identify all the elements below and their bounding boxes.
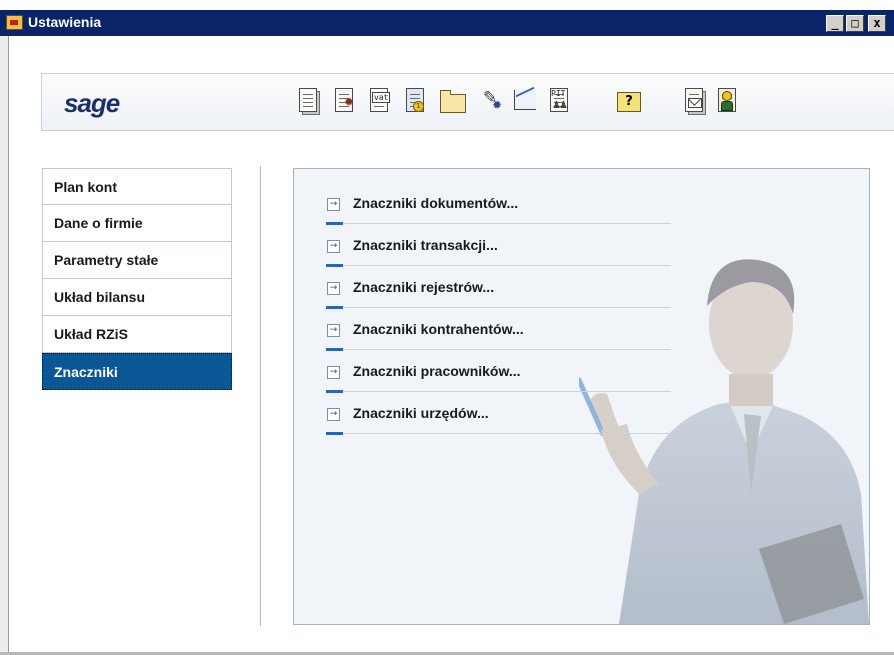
minimize-button[interactable]: _ (826, 15, 844, 32)
nav-item-uklad-rzis[interactable]: Układ RZiS (42, 316, 232, 353)
folder-icon[interactable] (439, 86, 466, 118)
user-icon[interactable] (715, 86, 741, 118)
toolbar: sage ✹ vat 1 ✎ ✹ PIT ♟♟ ? (41, 73, 894, 131)
settings-nav: Plan kont Dane o firmie Parametry stałe … (42, 168, 232, 390)
nav-item-dane-o-firmie[interactable]: Dane o firmie (42, 205, 232, 242)
gear-icon: ✹ (492, 98, 503, 112)
link-underline (326, 264, 671, 267)
nav-item-znaczniki[interactable]: Znaczniki (42, 353, 232, 390)
link-underline (326, 348, 671, 351)
documents-icon[interactable] (296, 86, 322, 118)
link-label[interactable]: Znaczniki pracowników... (353, 363, 521, 379)
title-bar[interactable]: Ustawienia _ □ x (0, 10, 894, 36)
pit-icon[interactable]: PIT ♟♟ (547, 86, 573, 118)
link-underline (326, 432, 671, 435)
link-label[interactable]: Znaczniki transakcji... (353, 237, 498, 253)
mail-icon[interactable] (682, 86, 708, 118)
vertical-divider (260, 166, 261, 626)
link-label[interactable]: Znaczniki urzędów... (353, 405, 489, 421)
arrow-right-icon: → (327, 324, 340, 337)
link-label[interactable]: Znaczniki dokumentów... (353, 195, 518, 211)
link-label[interactable]: Znaczniki rejestrów... (353, 279, 494, 295)
arrow-right-icon: → (327, 198, 340, 211)
app-icon (6, 15, 23, 30)
arrow-right-icon: → (327, 408, 340, 421)
link-underline (326, 222, 671, 225)
help-label: ? (617, 92, 641, 112)
window-title: Ustawienia (28, 14, 102, 30)
window-frame-left (0, 36, 9, 655)
arrow-right-icon: → (327, 366, 340, 379)
vat-label: vat (372, 92, 391, 103)
nav-item-plan-kont[interactable]: Plan kont (42, 168, 232, 205)
settings-window: Ustawienia _ □ x sage ✹ vat 1 ✎ ✹ PIT ♟♟… (0, 0, 894, 655)
tools-icon[interactable]: ✎ ✹ (478, 86, 504, 118)
arrow-right-icon: → (327, 282, 340, 295)
arrow-right-icon: → (327, 240, 340, 253)
sage-logo: sage (64, 88, 120, 118)
nav-item-parametry-stale[interactable]: Parametry stałe (42, 242, 232, 279)
nav-item-uklad-bilansu[interactable]: Układ bilansu (42, 279, 232, 316)
people-icon: ♟♟ (552, 100, 568, 111)
vat-icon[interactable]: vat (367, 86, 393, 118)
document-settings-icon[interactable]: ✹ (332, 86, 358, 118)
payment-icon[interactable]: 1 (403, 86, 429, 118)
link-underline (326, 390, 671, 393)
chart-icon[interactable] (512, 86, 538, 118)
link-label[interactable]: Znaczniki kontrahentów... (353, 321, 524, 337)
coin-icon: 1 (413, 101, 424, 112)
close-button[interactable]: x (868, 15, 886, 32)
help-icon[interactable]: ? (615, 86, 641, 118)
pit-label: PIT (551, 89, 566, 98)
content-panel: → Znaczniki dokumentów... → Znaczniki tr… (293, 168, 870, 625)
link-underline (326, 306, 671, 309)
businessman-illustration (579, 259, 869, 624)
gear-icon: ✹ (344, 95, 355, 109)
maximize-button[interactable]: □ (846, 15, 864, 32)
